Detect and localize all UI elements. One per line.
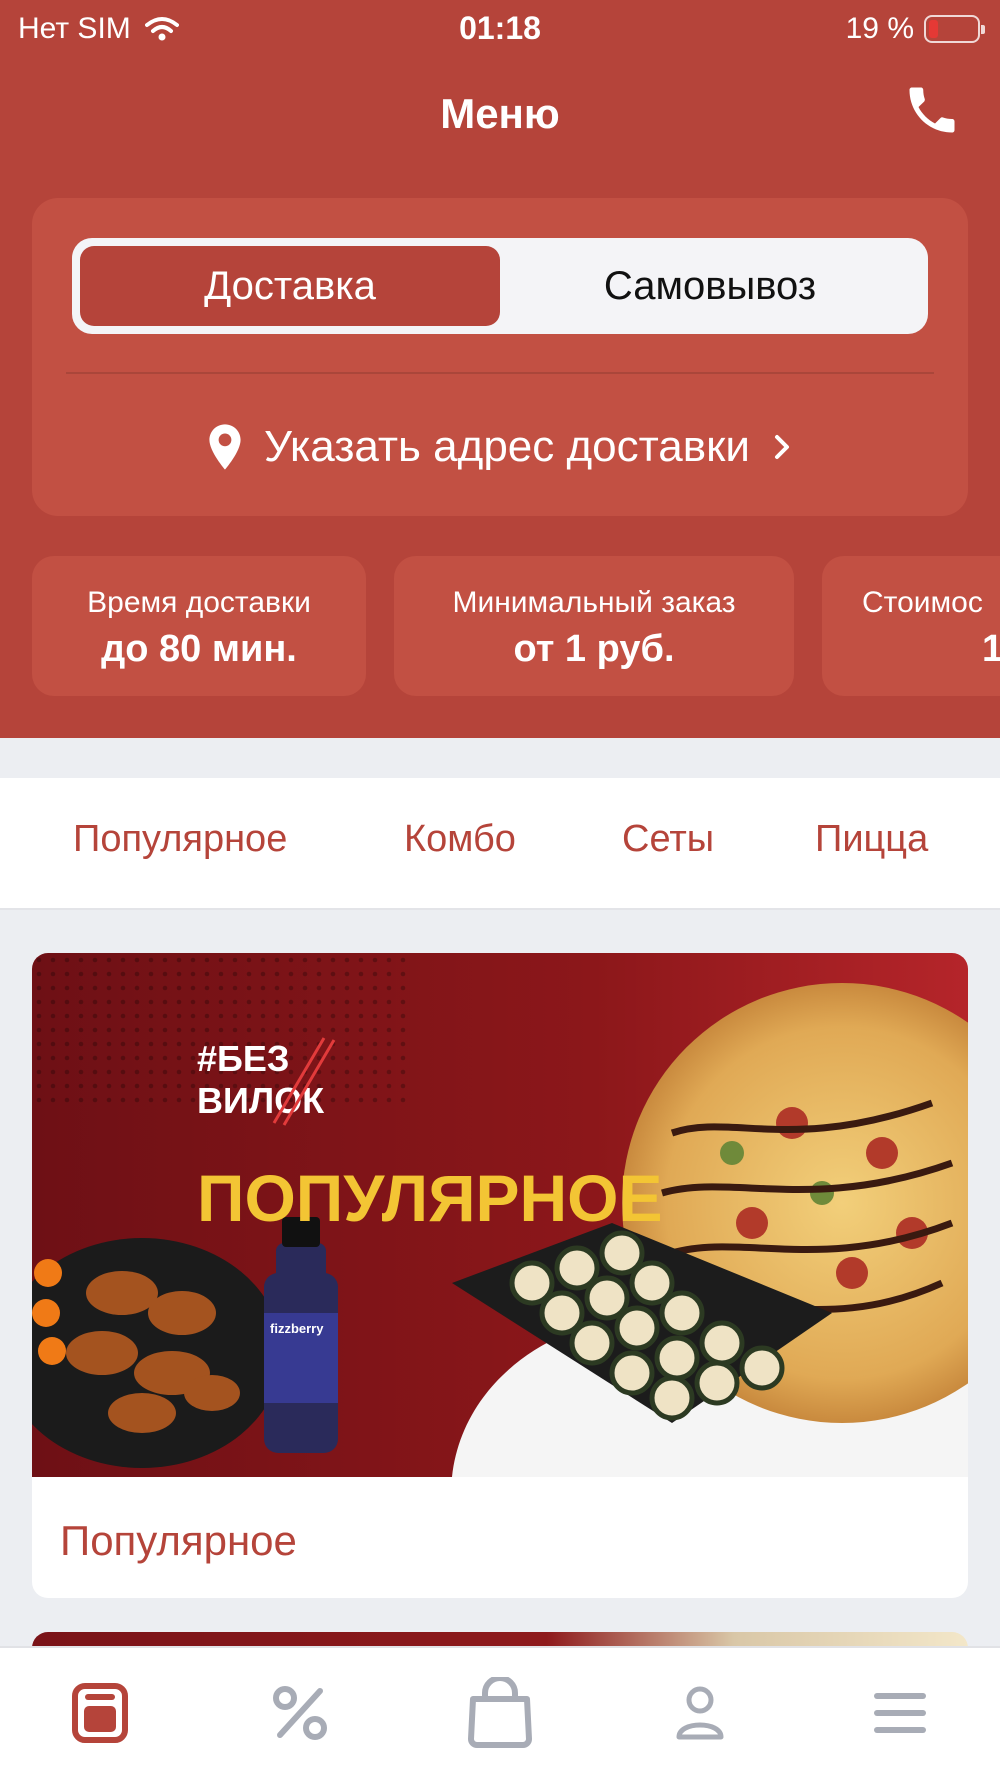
profile-icon [676,1686,724,1740]
phone-icon[interactable] [902,80,962,140]
tab-menu[interactable] [65,1678,135,1748]
chip-label: Минимальный заказ [452,586,736,619]
hamburger-icon [874,1693,926,1733]
banner-heading: ПОПУЛЯРНОЕ [197,1161,663,1235]
location-pin-icon [209,424,241,470]
chip-value: 120 [982,628,1000,670]
delivery-time-chip: Время доставки до 80 мин. [32,556,366,696]
mode-delivery-button[interactable]: Доставка [80,246,500,326]
battery-group: 19 % [845,12,985,46]
tab-profile[interactable] [665,1678,735,1748]
delivery-card: Доставка Самовывоз Указать адрес доставк… [32,198,968,516]
bag-icon [468,1677,532,1748]
promo-card-popular[interactable]: fizzberry #БЕЗ ВИЛОК ПОПУЛЯРНОЕ Популярн… [32,953,968,1598]
bottle-label: fizzberry [270,1321,324,1336]
chip-label: Время доставки [87,586,311,619]
address-label: Указать адрес доставки [264,422,750,471]
min-order-chip: Минимальный заказ от 1 руб. [394,556,794,696]
tab-promotions[interactable] [265,1678,335,1748]
delivery-mode-switch: Доставка Самовывоз [72,238,928,334]
percent-icon [273,1686,327,1740]
promo-title: Популярное [60,1517,297,1564]
chip-value: до 80 мин. [101,628,297,670]
page-title: Меню [440,90,560,137]
tab-cart[interactable] [465,1677,535,1748]
battery-icon [924,15,985,43]
navigation-bar: Меню [0,70,1000,156]
tab-more[interactable] [865,1678,935,1748]
category-tab-pizza[interactable]: Пицца [815,818,928,861]
category-tab-popular[interactable]: Популярное [73,818,287,861]
menu-icon [72,1683,128,1743]
chip-label: Стоимос [862,586,983,619]
category-tab-sets[interactable]: Сеты [622,818,714,861]
battery-percent: 19 % [845,12,914,45]
card-divider [66,372,934,374]
address-button[interactable]: Указать адрес доставки [32,412,968,482]
bottom-tab-bar [0,1646,1000,1778]
chevron-right-icon [774,435,789,459]
banner-hashtag-line1: #БЕЗ [197,1038,289,1079]
category-tabs: Популярное Комбо Сеты Пицца [0,778,1000,910]
chip-value: от 1 руб. [513,628,675,670]
info-chips: Время доставки до 80 мин. Минимальный за… [0,556,1000,696]
delivery-cost-chip: Стоимос 120 [822,556,1000,696]
promo-banner-image: fizzberry #БЕЗ ВИЛОК ПОПУЛЯРНОЕ [32,953,968,1477]
category-tab-combo[interactable]: Комбо [404,818,516,861]
mode-pickup-button[interactable]: Самовывоз [500,246,920,326]
battery-level [929,20,938,38]
status-bar: Нет SIM 01:18 19 % [0,0,1000,58]
